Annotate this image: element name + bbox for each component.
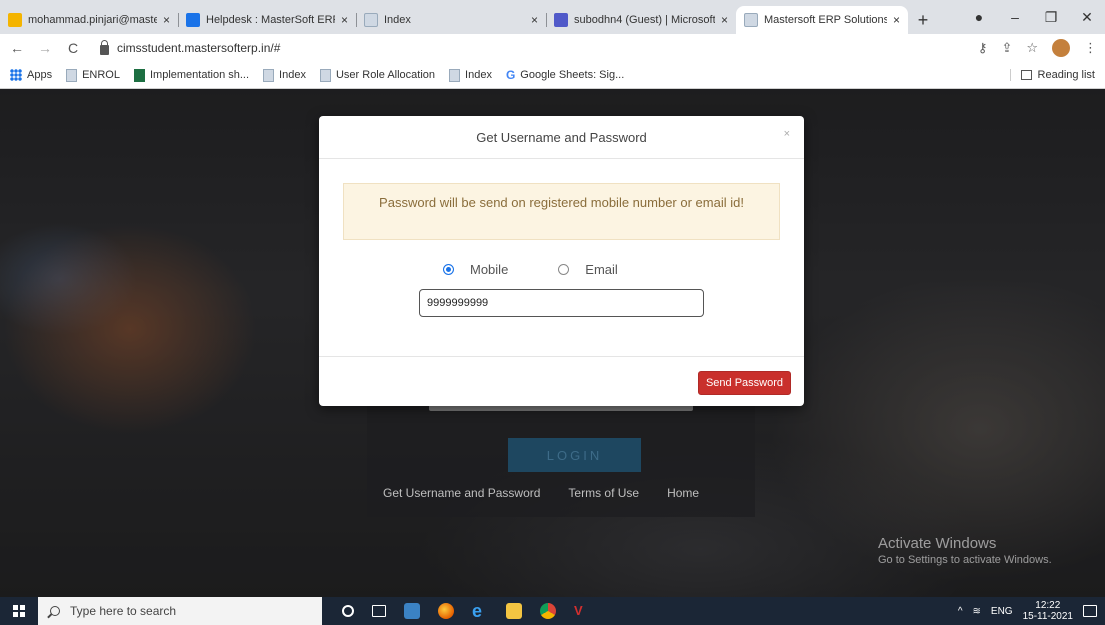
page-icon <box>449 68 461 82</box>
teams-icon <box>554 13 568 27</box>
share-icon[interactable]: ⇪ <box>1001 40 1012 56</box>
radio-button-email[interactable] <box>558 264 570 275</box>
tab-helpdesk[interactable]: Helpdesk : MasterSoft ERP So × <box>178 6 356 34</box>
tab-search-icon[interactable]: ● <box>961 9 997 25</box>
tab-title: mohammad.pinjari@masters <box>28 14 157 26</box>
page-icon <box>744 13 758 27</box>
mail-icon <box>8 13 22 27</box>
bookmarks-bar: Apps ENROL Implementation sh... Index Us… <box>0 62 1105 89</box>
get-credentials-modal: Get Username and Password × Password wil… <box>319 116 804 406</box>
lock-icon[interactable] <box>100 39 109 55</box>
store-icon[interactable] <box>404 603 420 619</box>
task-view-icon[interactable] <box>372 605 386 617</box>
page-icon <box>66 68 78 82</box>
address-url: cimsstudent.mastersofterp.in/# <box>117 41 281 55</box>
window-close-icon[interactable]: ✕ <box>1069 9 1105 26</box>
start-button[interactable] <box>0 597 38 625</box>
language-indicator[interactable]: ENG <box>991 606 1013 617</box>
reading-list-icon <box>1020 70 1032 80</box>
login-button[interactable]: LOGIN <box>508 438 641 472</box>
tab-title: Helpdesk : MasterSoft ERP So <box>206 14 335 26</box>
file-explorer-icon[interactable] <box>506 603 522 619</box>
cortana-icon[interactable] <box>342 605 354 617</box>
modal-header: Get Username and Password × <box>319 116 804 159</box>
toolbar-actions: ⚷ ⇪ ☆ ⋮ <box>978 39 1097 57</box>
new-tab-button[interactable]: + <box>908 6 938 34</box>
bookmark-implementation[interactable]: Implementation sh... <box>133 68 249 82</box>
tab-teams[interactable]: subodhn4 (Guest) | Microsoft × <box>546 6 736 34</box>
radio-label: Email <box>585 262 618 277</box>
terms-link[interactable]: Terms of Use <box>568 486 639 500</box>
page-icon <box>364 13 378 27</box>
info-alert: Password will be send on registered mobi… <box>343 183 780 240</box>
bookmark-apps[interactable]: Apps <box>10 69 52 81</box>
close-icon[interactable]: × <box>341 13 348 27</box>
key-icon[interactable]: ⚷ <box>978 40 988 56</box>
helpdesk-icon <box>186 13 200 27</box>
firefox-icon[interactable] <box>438 603 454 619</box>
browser-tab-strip: mohammad.pinjari@masters × Helpdesk : Ma… <box>0 0 1105 34</box>
close-icon[interactable]: × <box>784 128 790 140</box>
network-icon[interactable]: ≋ <box>973 606 981 617</box>
apps-icon <box>10 69 22 81</box>
clock[interactable]: 12:22 15-11-2021 <box>1023 600 1073 622</box>
tab-title: Index <box>384 14 411 26</box>
forward-icon[interactable]: → <box>36 40 54 56</box>
modal-title: Get Username and Password <box>476 129 647 145</box>
bookmark-google-sheets[interactable]: G Google Sheets: Sig... <box>506 68 624 82</box>
delivery-method-radios: Mobile Email <box>443 262 618 277</box>
chrome-icon[interactable] <box>540 603 556 619</box>
star-icon[interactable]: ☆ <box>1026 40 1038 56</box>
modal-footer: Send Password <box>319 356 804 406</box>
menu-dots-icon[interactable]: ⋮ <box>1084 40 1097 56</box>
bookmark-index-2[interactable]: Index <box>449 68 492 82</box>
close-icon[interactable]: × <box>531 13 538 27</box>
search-placeholder: Type here to search <box>70 604 177 618</box>
tab-title: subodhn4 (Guest) | Microsoft <box>574 14 715 26</box>
maximize-icon[interactable]: ❐ <box>1033 9 1069 26</box>
notification-icon[interactable] <box>1083 605 1097 617</box>
minimize-icon[interactable]: – <box>997 9 1033 25</box>
excel-icon <box>133 68 145 82</box>
bookmark-enrol[interactable]: ENROL <box>66 68 120 82</box>
close-icon[interactable]: × <box>893 13 900 27</box>
vpn-icon[interactable]: V <box>574 603 590 619</box>
login-links: Get Username and Password Terms of Use H… <box>383 486 699 500</box>
google-icon: G <box>505 68 516 82</box>
send-password-button[interactable]: Send Password <box>697 371 791 395</box>
back-icon[interactable]: ← <box>8 40 26 56</box>
system-tray: ^ ≋ ENG 12:22 15-11-2021 <box>958 600 1105 622</box>
search-icon <box>50 606 60 616</box>
radio-email[interactable]: Email <box>558 262 618 277</box>
address-bar[interactable]: cimsstudent.mastersofterp.in/# <box>92 37 968 59</box>
radio-label: Mobile <box>470 262 509 277</box>
window-controls: ● – ❐ ✕ <box>961 0 1105 34</box>
reload-icon[interactable]: C <box>64 40 82 56</box>
mobile-number-input[interactable] <box>419 289 704 317</box>
windows-taskbar: Type here to search e V ^ ≋ ENG 12:22 15… <box>0 597 1105 625</box>
tab-title: Mastersoft ERP Solutions Pvt <box>764 14 887 26</box>
browser-toolbar: ← → C cimsstudent.mastersofterp.in/# ⚷ ⇪… <box>0 34 1105 62</box>
get-username-link[interactable]: Get Username and Password <box>383 486 540 500</box>
reading-list-button[interactable]: Reading list <box>1009 69 1095 81</box>
radio-button-mobile[interactable] <box>443 264 454 275</box>
tab-mastersoft-active[interactable]: Mastersoft ERP Solutions Pvt × <box>736 6 908 34</box>
profile-avatar-icon[interactable] <box>1052 39 1070 57</box>
activate-windows-watermark: Activate Windows Go to Settings to activ… <box>878 535 1052 566</box>
tab-email[interactable]: mohammad.pinjari@masters × <box>0 6 178 34</box>
page-icon <box>319 68 331 82</box>
close-icon[interactable]: × <box>721 13 728 27</box>
taskbar-apps: e V <box>342 602 590 620</box>
bookmark-user-role[interactable]: User Role Allocation <box>319 68 435 82</box>
close-icon[interactable]: × <box>163 13 170 27</box>
chevron-up-icon[interactable]: ^ <box>958 606 963 617</box>
home-link[interactable]: Home <box>667 486 699 500</box>
windows-logo-icon <box>13 605 25 617</box>
edge-icon[interactable]: e <box>472 602 488 620</box>
page-icon <box>263 68 275 82</box>
bookmark-index[interactable]: Index <box>263 68 306 82</box>
radio-mobile[interactable]: Mobile <box>443 262 508 277</box>
taskbar-search[interactable]: Type here to search <box>38 597 322 625</box>
tab-index[interactable]: Index × <box>356 6 546 34</box>
